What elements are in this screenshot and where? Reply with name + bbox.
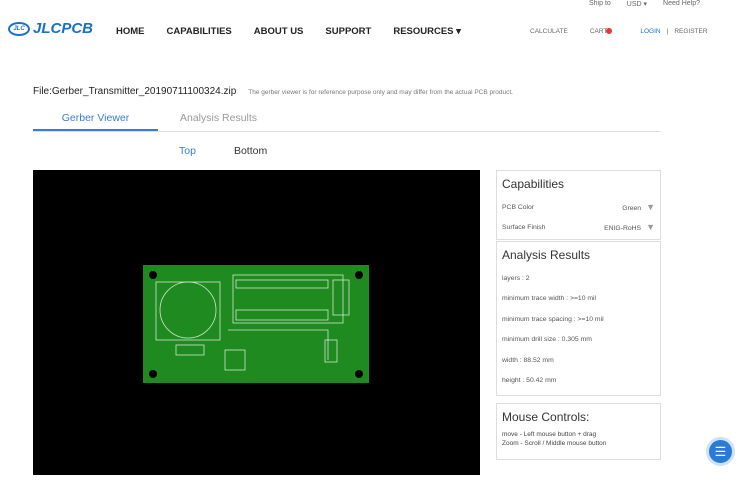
main-nav: HOME CAPABILITIES ABOUT US SUPPORT RESOU… bbox=[116, 26, 461, 37]
gerber-viewer-canvas[interactable] bbox=[33, 170, 480, 475]
nav-support[interactable]: SUPPORT bbox=[325, 26, 371, 37]
surface-finish-label: Surface Finish bbox=[502, 223, 546, 231]
analysis-item: height : 50.42 mm bbox=[502, 377, 557, 385]
tabs: Gerber Viewer Analysis Results bbox=[33, 112, 661, 132]
cart-label: CART bbox=[589, 28, 608, 35]
cart-link[interactable]: CART bbox=[590, 28, 613, 35]
pcb-color-value: Green bbox=[622, 205, 642, 212]
mouse-control-item: Zoom - Scroll / Middle mouse button bbox=[502, 440, 607, 447]
logo-text: JLCPCB bbox=[33, 20, 94, 37]
tab-gerber-viewer[interactable]: Gerber Viewer bbox=[33, 112, 158, 131]
capabilities-panel: Capabilities PCB Color Green ▼ Surface Fin… bbox=[496, 170, 661, 240]
register-link[interactable]: REGISTER bbox=[674, 28, 707, 35]
side-top[interactable]: Top bbox=[179, 145, 196, 157]
logo-badge: JLC bbox=[8, 21, 30, 36]
chat-icon: ☰ bbox=[714, 443, 727, 459]
file-row: File:Gerber_Transmitter_20190711100324.z… bbox=[33, 86, 513, 97]
logo[interactable]: JLC JLCPCB bbox=[8, 20, 93, 37]
tab-analysis-results[interactable]: Analysis Results bbox=[180, 112, 257, 131]
file-note: The gerber viewer is for reference purpo… bbox=[248, 89, 513, 96]
analysis-title: Analysis Results bbox=[502, 248, 591, 262]
analysis-item: width : 88.52 mm bbox=[502, 356, 554, 364]
pcb-color-row[interactable]: PCB Color Green ▼ bbox=[497, 197, 660, 217]
analysis-item: minimum trace spacing : >=10 mil bbox=[502, 315, 604, 323]
analysis-item: minimum drill size : 0.305 mm bbox=[502, 336, 592, 344]
account-nav: CALCULATE CART LOGIN | REGISTER bbox=[530, 28, 708, 35]
chat-button[interactable]: ☰ bbox=[706, 437, 735, 466]
login-link[interactable]: LOGIN bbox=[640, 28, 660, 35]
pcb-color-label: PCB Color bbox=[502, 203, 535, 211]
side-toggle: Top Bottom bbox=[179, 145, 267, 157]
separator: | bbox=[666, 28, 669, 35]
auth-links: LOGIN | REGISTER bbox=[640, 28, 707, 35]
mouse-control-item: move - Left mouse button + drag bbox=[502, 431, 597, 438]
nav-home[interactable]: HOME bbox=[116, 26, 145, 37]
pcb-board bbox=[143, 265, 369, 383]
nav-capabilities[interactable]: CAPABILITIES bbox=[167, 26, 232, 37]
top-links: Ship to USD ▾ Need Help? bbox=[589, 0, 700, 8]
currency-select[interactable]: USD ▾ bbox=[627, 0, 647, 8]
file-name: File:Gerber_Transmitter_20190711100324.z… bbox=[33, 86, 237, 97]
nav-resources[interactable]: RESOURCES ▾ bbox=[393, 26, 461, 37]
calculate-link[interactable]: CALCULATE bbox=[530, 28, 568, 35]
cart-badge bbox=[606, 28, 613, 34]
side-bottom[interactable]: Bottom bbox=[234, 145, 267, 157]
nav-about-us[interactable]: ABOUT US bbox=[254, 26, 304, 37]
surface-finish-value: ENIG-RoHS bbox=[604, 225, 642, 232]
pcb-render bbox=[143, 265, 369, 383]
mouse-controls-panel: Mouse Controls: move - Left mouse button… bbox=[496, 403, 661, 460]
ship-to-link[interactable]: Ship to bbox=[589, 0, 611, 8]
analysis-item: layers : 2 bbox=[502, 274, 530, 282]
mouse-controls-title: Mouse Controls: bbox=[502, 410, 590, 424]
dropdown-arrow-icon[interactable]: ▼ bbox=[646, 222, 655, 232]
dropdown-arrow-icon[interactable]: ▼ bbox=[646, 202, 655, 212]
help-link[interactable]: Need Help? bbox=[663, 0, 700, 8]
surface-finish-row[interactable]: Surface Finish ENIG-RoHS ▼ bbox=[497, 217, 660, 237]
analysis-panel: Analysis Results layers : 2 minimum trac… bbox=[496, 241, 661, 396]
capabilities-title: Capabilities bbox=[502, 177, 565, 191]
analysis-item: minimum trace width : >=10 mil bbox=[502, 295, 597, 303]
